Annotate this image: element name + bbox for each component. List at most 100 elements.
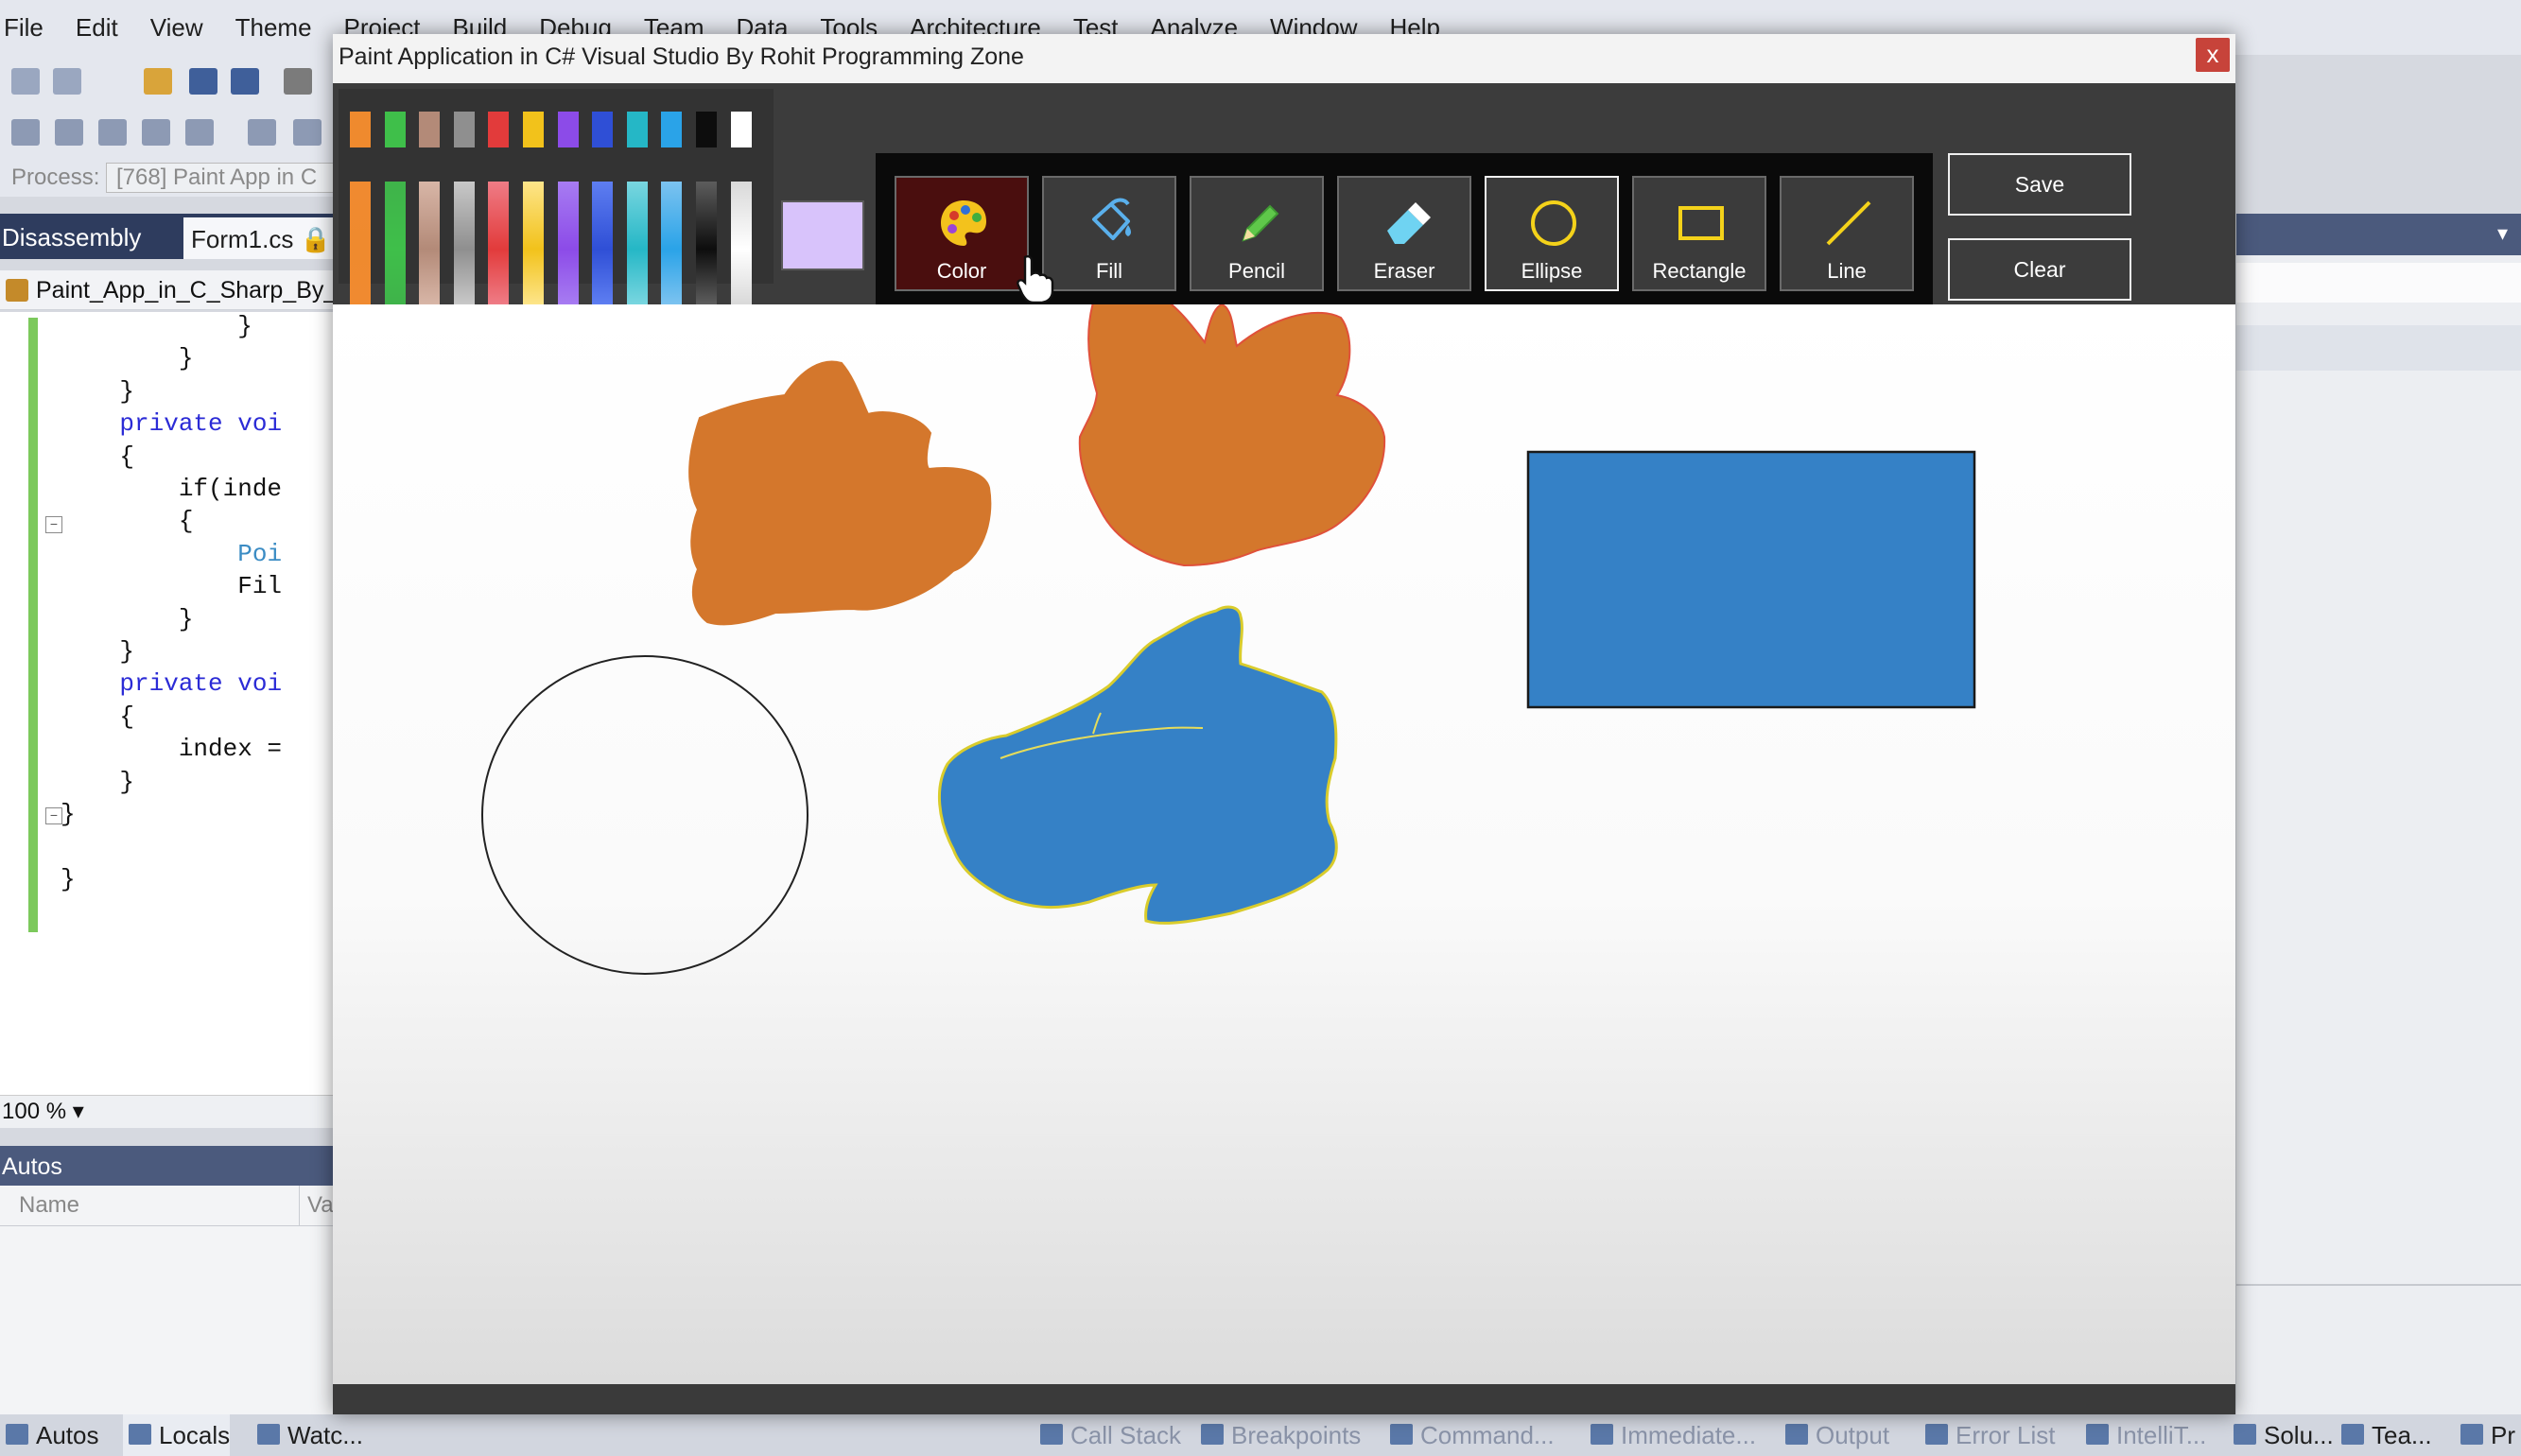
menu-item-file[interactable]: File [4,13,43,43]
outdent-icon[interactable] [293,119,322,146]
code-line: private voi [119,669,283,699]
toolbar-icon[interactable] [11,119,40,146]
bottom-tab-10[interactable]: Solu... [2228,1414,2334,1456]
chevron-down-icon[interactable]: ▾ [2497,221,2508,246]
save-button[interactable]: Save [1948,153,2131,216]
bottom-tab-12[interactable]: Pr [2455,1414,2515,1456]
right-panel-strip [2236,325,2521,371]
tool-color-button[interactable]: Color [895,176,1029,291]
code-editor[interactable]: } } } private voi { if(inde { Poi Fil } … [0,312,340,1099]
palette-swatch[interactable] [523,112,544,147]
zoom-dropdown[interactable]: 100 % ▾ [0,1095,342,1128]
tool-label: Line [1827,259,1867,283]
palette-swatch[interactable] [419,112,441,147]
code-line: { [61,507,194,536]
palette-shade-strip[interactable] [523,182,544,304]
menu-item-view[interactable]: View [150,13,203,43]
palette-shade-strip[interactable] [419,182,441,304]
new-project-icon[interactable] [11,68,40,95]
palette-swatch[interactable] [626,112,648,147]
tab-icon [1925,1424,1948,1445]
add-item-icon[interactable] [53,68,81,95]
save-all-icon[interactable] [231,68,259,95]
palette-swatch[interactable] [557,112,579,147]
code-line: } [61,604,194,633]
tab-disassembly[interactable]: Disassembly [0,214,182,259]
palette-swatch[interactable] [661,112,683,147]
bottom-tab-0[interactable]: Autos [0,1414,99,1456]
menu-item-theme[interactable]: Theme [235,13,312,43]
palette-swatch[interactable] [696,112,717,147]
cut-icon[interactable] [284,68,312,95]
autos-col-name: Name [19,1192,80,1218]
process-label: Process: [11,165,100,190]
tab-form1-cs[interactable]: Form1.cs 🔒 [183,217,340,259]
palette-swatch[interactable] [453,112,475,147]
bottom-tab-2[interactable]: Watc... [252,1414,363,1456]
bottom-tab-8[interactable]: Error List [1920,1414,2055,1456]
tool-label: Pencil [1228,259,1285,283]
palette-shade-strip[interactable] [350,182,371,304]
tool-eraser-button[interactable]: Eraser [1337,176,1471,291]
bottom-tab-5[interactable]: Command... [1384,1414,1555,1456]
tool-label: Color [936,259,987,283]
paint-toolbar: Color Fill Pencil Eraser Ellipse Rectangle Lin… [333,83,2235,361]
collapse-icon[interactable]: − [45,516,62,533]
autos-panel: Name Va [0,1186,340,1422]
bottom-tab-4[interactable]: Breakpoints [1195,1414,1361,1456]
palette-swatch[interactable] [592,112,614,147]
palette-shade-strip[interactable] [488,182,510,304]
autos-panel-title: Autos [0,1146,340,1186]
paint-window: Paint Application in C# Visual Studio By… [333,34,2235,1414]
toolbar-icon[interactable] [185,119,214,146]
palette-swatch[interactable] [488,112,510,147]
palette-swatch[interactable] [350,112,371,147]
bottom-tab-7[interactable]: Output [1780,1414,1889,1456]
menu-item-edit[interactable]: Edit [76,13,118,43]
process-dropdown[interactable]: [768] Paint App in C [106,163,340,193]
tab-icon [1040,1424,1063,1445]
tool-ellipse-button[interactable]: Ellipse [1485,176,1619,291]
save-icon[interactable] [189,68,217,95]
tool-rectangle-button[interactable]: Rectangle [1632,176,1766,291]
palette-shade-strip[interactable] [626,182,648,304]
code-line: index = [61,735,283,764]
tab-icon [129,1424,151,1445]
bottom-tab-9[interactable]: IntelliT... [2080,1414,2206,1456]
bottom-tab-3[interactable]: Call Stack [1034,1414,1181,1456]
right-panel-input[interactable] [2236,263,2521,303]
open-file-icon[interactable] [144,68,172,95]
drawing-canvas[interactable] [333,282,2235,1384]
window-titlebar: Paint Application in C# Visual Studio By… [333,34,2235,83]
toolbar-icon[interactable] [55,119,83,146]
tool-line-button[interactable]: Line [1780,176,1914,291]
toolbar-icon[interactable] [98,119,127,146]
bottom-tab-6[interactable]: Immediate... [1585,1414,1756,1456]
bottom-tab-label: Call Stack [1070,1421,1182,1449]
palette-shade-strip[interactable] [696,182,717,304]
palette-swatch[interactable] [730,112,752,147]
toolbar-icon[interactable] [142,119,170,146]
bottom-tab-label: Watc... [287,1421,363,1449]
collapse-icon[interactable]: − [45,807,62,824]
bottom-tab-label: Tea... [2372,1421,2432,1449]
palette-shade-strip[interactable] [453,182,475,304]
tab-icon [1390,1424,1413,1445]
tool-pencil-button[interactable]: Pencil [1190,176,1324,291]
bottom-tab-1[interactable]: Locals [123,1414,231,1456]
palette-shade-strip[interactable] [661,182,683,304]
bottom-tab-label: Autos [36,1421,99,1449]
code-line: } [61,344,194,373]
close-button[interactable]: x [2196,38,2230,72]
tool-fill-button[interactable]: Fill [1042,176,1176,291]
palette-shade-strip[interactable] [592,182,614,304]
palette-shade-strip[interactable] [557,182,579,304]
palette-shade-strip[interactable] [730,182,752,304]
palette-shade-strip[interactable] [384,182,406,304]
clear-button[interactable]: Clear [1948,238,2131,301]
indent-icon[interactable] [248,119,276,146]
code-nav-dropdown[interactable]: Paint_App_in_C_Sharp_By_R [0,270,340,310]
bottom-tab-11[interactable]: Tea... [2336,1414,2432,1456]
palette-swatch[interactable] [384,112,406,147]
class-icon [6,279,28,302]
